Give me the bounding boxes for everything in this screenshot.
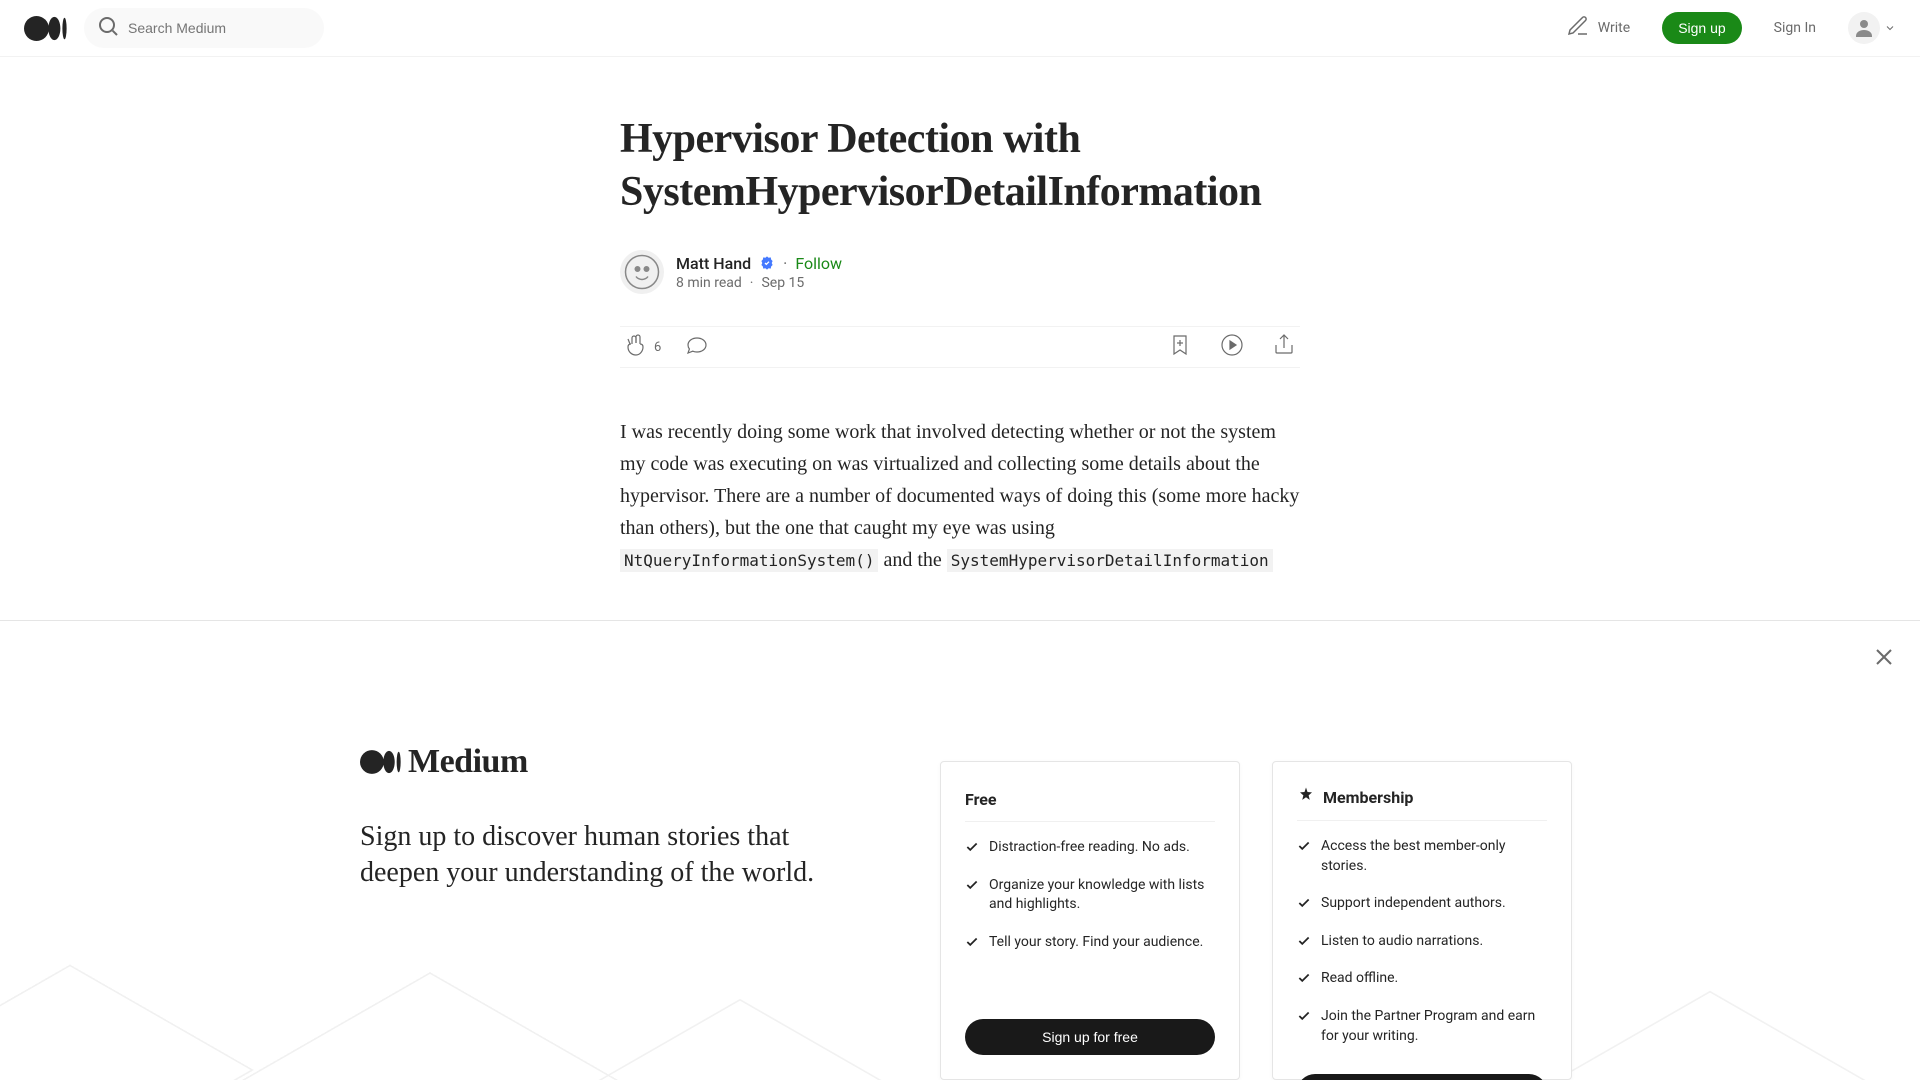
action-bar: 6 — [620, 326, 1300, 368]
bookmark-button[interactable] — [1168, 333, 1192, 361]
check-icon — [1297, 971, 1311, 985]
article-title: Hypervisor Detection with SystemHypervis… — [620, 113, 1300, 218]
plan-feature-text: Organize your knowledge with lists and h… — [989, 876, 1215, 915]
check-icon — [965, 878, 979, 892]
signup-free-button[interactable]: Sign up for free — [965, 1019, 1215, 1055]
plan-feature: Tell your story. Find your audience. — [965, 933, 1215, 953]
try-membership-button[interactable]: Try for $5/month — [1297, 1074, 1547, 1080]
search-icon — [96, 14, 120, 42]
overlay-plans: Free Distraction-free reading. No ads. O… — [940, 761, 1572, 1080]
profile-menu[interactable] — [1848, 12, 1896, 44]
nav-right: Write Sign up Sign In — [1566, 12, 1896, 44]
separator-dot: · — [783, 254, 787, 273]
inline-code-1: NtQueryInformationSystem() — [620, 549, 878, 572]
plan-free-features: Distraction-free reading. No ads. Organi… — [965, 838, 1215, 991]
avatar-placeholder — [1848, 12, 1880, 44]
overlay-tagline: Sign up to discover human stories that d… — [360, 819, 860, 892]
listen-button[interactable] — [1220, 333, 1244, 361]
plan-feature: Listen to audio narrations. — [1297, 932, 1547, 952]
author-name[interactable]: Matt Hand — [676, 254, 751, 273]
share-icon — [1272, 333, 1296, 361]
article: Hypervisor Detection with SystemHypervis… — [620, 57, 1300, 576]
search-box[interactable] — [84, 8, 324, 48]
clap-count: 6 — [654, 340, 661, 355]
separator-dot: · — [750, 275, 754, 291]
chevron-down-icon — [1884, 19, 1896, 38]
write-label: Write — [1598, 20, 1630, 36]
plan-feature: Distraction-free reading. No ads. — [965, 838, 1215, 858]
medium-wordmark: Medium — [360, 741, 860, 783]
publish-date: Sep 15 — [761, 275, 804, 291]
plan-feature: Read offline. — [1297, 969, 1547, 989]
speech-bubble-icon — [685, 333, 709, 361]
body-text-2: and the — [878, 549, 946, 571]
plan-feature-text: Read offline. — [1321, 969, 1398, 989]
plan-feature-text: Listen to audio narrations. — [1321, 932, 1483, 952]
medium-logo-icon — [360, 741, 402, 783]
star-icon — [1297, 786, 1315, 808]
plan-feature-text: Tell your story. Find your audience. — [989, 933, 1203, 953]
plan-feature: Organize your knowledge with lists and h… — [965, 876, 1215, 915]
check-icon — [1297, 934, 1311, 948]
plan-membership-title: Membership — [1323, 788, 1413, 807]
plan-card-free: Free Distraction-free reading. No ads. O… — [940, 761, 1240, 1080]
check-icon — [1297, 1009, 1311, 1023]
inline-code-2: SystemHypervisorDetailInformation — [947, 549, 1273, 572]
write-icon — [1566, 14, 1590, 42]
check-icon — [1297, 839, 1311, 853]
top-nav: Write Sign up Sign In — [0, 0, 1920, 57]
signin-link[interactable]: Sign In — [1774, 20, 1816, 36]
follow-link[interactable]: Follow — [795, 254, 842, 273]
check-icon — [965, 935, 979, 949]
medium-logo[interactable] — [24, 16, 68, 41]
plan-feature-text: Support independent authors. — [1321, 894, 1506, 914]
responses-button[interactable] — [685, 333, 709, 361]
author-avatar[interactable] — [620, 250, 664, 294]
article-paragraph: I was recently doing some work that invo… — [620, 416, 1300, 576]
plan-feature: Access the best member-only stories. — [1297, 837, 1547, 876]
search-input[interactable] — [128, 20, 312, 36]
plan-feature-text: Join the Partner Program and earn for yo… — [1321, 1007, 1547, 1046]
clap-icon — [624, 333, 648, 361]
plan-membership-features: Access the best member-only stories. Sup… — [1297, 837, 1547, 1046]
plan-feature-text: Distraction-free reading. No ads. — [989, 838, 1190, 858]
write-link[interactable]: Write — [1566, 14, 1630, 42]
overlay-left: Medium Sign up to discover human stories… — [360, 741, 860, 1080]
clap-button[interactable]: 6 — [624, 333, 661, 361]
byline: Matt Hand · Follow 8 min read · Sep 15 — [620, 250, 1300, 294]
check-icon — [965, 840, 979, 854]
plan-feature: Support independent authors. — [1297, 894, 1547, 914]
plan-feature: Join the Partner Program and earn for yo… — [1297, 1007, 1547, 1046]
signup-overlay: Medium Sign up to discover human stories… — [0, 620, 1920, 1080]
read-time: 8 min read — [676, 275, 742, 291]
play-circle-icon — [1220, 333, 1244, 361]
plan-feature-text: Access the best member-only stories. — [1321, 837, 1547, 876]
body-text-1: I was recently doing some work that invo… — [620, 421, 1299, 539]
check-icon — [1297, 896, 1311, 910]
wordmark-text: Medium — [408, 743, 528, 781]
plan-card-membership: Membership Access the best member-only s… — [1272, 761, 1572, 1080]
share-button[interactable] — [1272, 333, 1296, 361]
bookmark-icon — [1168, 333, 1192, 361]
plan-free-title: Free — [965, 790, 997, 809]
signup-button[interactable]: Sign up — [1662, 12, 1741, 44]
verified-badge-icon — [759, 255, 775, 271]
